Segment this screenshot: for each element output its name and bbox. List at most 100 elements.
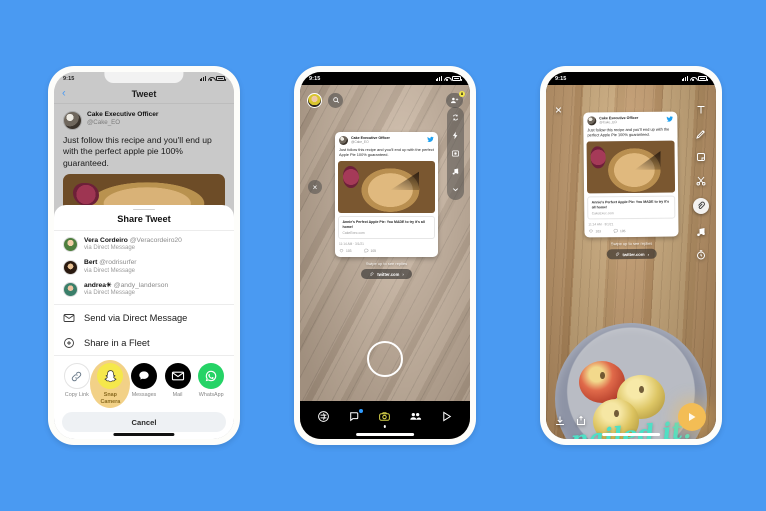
contact-handle: @Veracordeiro20 bbox=[129, 236, 182, 244]
avatar bbox=[587, 116, 597, 126]
avatar bbox=[63, 111, 82, 130]
reply-count: 105 bbox=[619, 228, 626, 233]
card-header: Cake Executive Officer @Cake_EO bbox=[583, 112, 677, 128]
author-handle: @Cake_EO bbox=[351, 140, 369, 145]
reply-action[interactable]: 105 bbox=[613, 228, 626, 234]
send-button[interactable] bbox=[678, 403, 706, 431]
app-label: Messages bbox=[131, 392, 157, 399]
tweet-nav-bar: ‹ Tweet bbox=[54, 85, 234, 104]
chevron-left-icon[interactable]: ‹ bbox=[62, 88, 66, 100]
badge-count: 8 bbox=[459, 90, 465, 97]
nav-friends-icon[interactable] bbox=[409, 410, 422, 423]
reply-count: 105 bbox=[370, 248, 377, 253]
link-title: Annie's Perfect Apple Pie: You MADE to t… bbox=[591, 199, 670, 210]
add-to-story-icon[interactable] bbox=[575, 415, 587, 427]
swipe-up-hint: Swipe up to see replies bbox=[365, 261, 408, 267]
phone3-notch bbox=[593, 72, 669, 83]
nav-chat-icon[interactable] bbox=[348, 408, 363, 423]
twitter-link-pill[interactable]: twitter.com › bbox=[361, 269, 412, 280]
row-label: Send via Direct Message bbox=[84, 312, 188, 323]
app-label: Mail bbox=[172, 392, 183, 399]
text-tool-icon[interactable] bbox=[695, 104, 707, 116]
card-header: Cake Executive Officer @Cake_EO bbox=[335, 132, 438, 147]
avatar[interactable] bbox=[307, 92, 322, 108]
like-action[interactable]: 103 bbox=[339, 248, 352, 253]
sticker-icon[interactable] bbox=[695, 151, 707, 163]
contact-list: Vera Cordeiro @Veracordeiro20 via Direct… bbox=[54, 231, 234, 301]
share-app-copy-link[interactable]: Copy Link bbox=[60, 363, 94, 398]
unread-badge bbox=[358, 408, 363, 413]
status-time: 9:15 bbox=[63, 75, 75, 82]
card-image bbox=[338, 160, 435, 213]
chevron-right-icon: › bbox=[402, 271, 404, 277]
reply-action[interactable]: 105 bbox=[363, 248, 377, 254]
add-friend-icon[interactable]: 8 bbox=[446, 90, 465, 108]
paperclip-attach-icon[interactable] bbox=[693, 198, 709, 214]
avatar bbox=[63, 237, 78, 253]
cancel-button[interactable]: Cancel bbox=[62, 412, 226, 432]
contact-line: andrea☀ @andy_landerson bbox=[84, 282, 168, 290]
poster-canvas: 9:15 ‹ Tweet Cake Executive Officer @Cak… bbox=[0, 0, 766, 511]
share-app-mail[interactable]: Mail bbox=[161, 363, 195, 398]
search-icon[interactable] bbox=[328, 92, 343, 108]
tweet-card: Cake Executive Officer @Cake_EO Just fol… bbox=[583, 111, 679, 238]
app-label: Copy Link bbox=[64, 392, 89, 399]
snapchat-top-bar: 8 bbox=[300, 88, 470, 112]
author-handle: @Cake_EO bbox=[87, 119, 121, 127]
music-icon[interactable] bbox=[695, 226, 707, 238]
timer-icon[interactable] bbox=[451, 149, 460, 158]
nav-spotlight-icon[interactable] bbox=[440, 410, 453, 423]
nav-map-icon[interactable] bbox=[317, 410, 330, 423]
like-count: 103 bbox=[595, 229, 602, 234]
phone1-notch bbox=[104, 72, 184, 83]
card-link-preview[interactable]: Annie's Perfect Apple Pie: You MADE to t… bbox=[338, 215, 435, 239]
phone-snapchat-editor: 9:15 × Cake Executive Officer @Cake_EO J… bbox=[540, 66, 722, 445]
tweet-author[interactable]: Cake Executive Officer @Cake_EO bbox=[63, 111, 225, 130]
like-action[interactable]: 103 bbox=[588, 229, 601, 234]
card-link-preview[interactable]: Annie's Perfect Apple Pie: You MADE to t… bbox=[587, 195, 676, 220]
share-app-snap-camera[interactable]: Snap Camera bbox=[94, 363, 128, 405]
close-icon[interactable]: × bbox=[555, 104, 562, 116]
share-in-a-fleet-button[interactable]: Share in a Fleet bbox=[54, 330, 234, 355]
nav-camera-icon[interactable] bbox=[378, 410, 391, 428]
status-indicators bbox=[435, 76, 462, 81]
twitter-bird-icon bbox=[666, 116, 673, 123]
swipe-up-hint: Swipe up to see replies bbox=[610, 241, 653, 247]
link-url: CakeExec.com bbox=[342, 230, 365, 235]
phone1-screen: 9:15 ‹ Tweet Cake Executive Officer @Cak… bbox=[54, 72, 234, 439]
contact-name: Bert bbox=[84, 259, 98, 267]
tweet-card: Cake Executive Officer @Cake_EO Just fol… bbox=[335, 132, 438, 258]
signal-bars-icon bbox=[681, 76, 688, 81]
list-item[interactable]: Bert @rodrisurfer via Direct Message bbox=[54, 256, 234, 279]
shutter-button[interactable] bbox=[367, 341, 403, 377]
close-icon[interactable]: × bbox=[308, 180, 322, 194]
tweet-sticker[interactable]: Cake Executive Officer @Cake_EO Just fol… bbox=[335, 132, 438, 280]
tweet-sticker[interactable]: Cake Executive Officer @Cake_EO Just fol… bbox=[583, 111, 679, 260]
twitter-bird-icon bbox=[427, 136, 434, 143]
wifi-icon bbox=[690, 76, 696, 81]
chevron-down-icon[interactable] bbox=[451, 185, 460, 194]
status-time: 9:15 bbox=[309, 75, 321, 82]
scissors-icon[interactable] bbox=[695, 175, 707, 187]
snapchat-ghost-icon bbox=[97, 363, 124, 390]
list-item[interactable]: Vera Cordeiro @Veracordeiro20 via Direct… bbox=[54, 233, 234, 256]
music-icon[interactable] bbox=[451, 167, 460, 176]
share-app-messages[interactable]: Messages bbox=[127, 363, 161, 398]
share-app-whatsapp[interactable]: WhatsApp bbox=[194, 363, 228, 398]
signal-bars-icon bbox=[199, 76, 206, 81]
contact-name: andrea☀ bbox=[84, 281, 112, 289]
send-via-direct-message-button[interactable]: Send via Direct Message bbox=[54, 305, 234, 330]
flip-camera-icon[interactable] bbox=[451, 113, 460, 122]
pencil-draw-icon[interactable] bbox=[695, 128, 707, 140]
tweet-text: Just follow this recipe and you'll end u… bbox=[63, 135, 212, 168]
battery-icon bbox=[452, 76, 462, 81]
flash-icon[interactable] bbox=[451, 131, 460, 140]
download-save-icon[interactable] bbox=[554, 415, 566, 427]
twitter-link-pill[interactable]: twitter.com › bbox=[606, 249, 658, 260]
list-item[interactable]: andrea☀ @andy_landerson via Direct Messa… bbox=[54, 278, 234, 301]
send-arrow-icon bbox=[689, 413, 696, 421]
messages-bubble-icon bbox=[130, 363, 157, 390]
timer-icon[interactable] bbox=[695, 249, 707, 261]
battery-icon bbox=[698, 76, 708, 81]
home-indicator bbox=[602, 433, 660, 436]
